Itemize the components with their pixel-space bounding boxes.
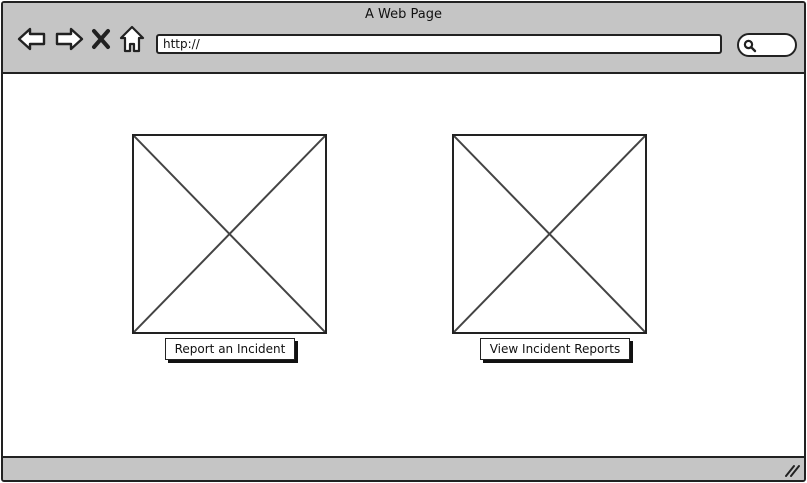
- stop-button[interactable]: [89, 24, 113, 54]
- forward-button[interactable]: [54, 24, 84, 54]
- home-icon: [119, 25, 145, 53]
- search-field[interactable]: [737, 33, 797, 57]
- address-bar[interactable]: [156, 34, 722, 54]
- image-placeholder-view: [452, 134, 647, 334]
- image-placeholder-report: [132, 134, 327, 334]
- close-icon: [92, 29, 110, 49]
- status-bar: [3, 456, 804, 480]
- browser-window: A Web Page http:// Report an Incident Vi…: [1, 1, 806, 482]
- forward-arrow-icon: [55, 27, 84, 51]
- report-incident-button[interactable]: Report an Incident: [165, 338, 295, 360]
- back-arrow-icon: [17, 27, 46, 51]
- window-title: A Web Page: [365, 7, 442, 22]
- resize-grip-icon[interactable]: [784, 463, 800, 477]
- browser-toolbar: A Web Page: [3, 3, 804, 74]
- home-button[interactable]: [118, 24, 146, 54]
- back-button[interactable]: [17, 24, 47, 54]
- search-icon: [743, 39, 757, 53]
- view-incident-reports-button[interactable]: View Incident Reports: [480, 338, 630, 360]
